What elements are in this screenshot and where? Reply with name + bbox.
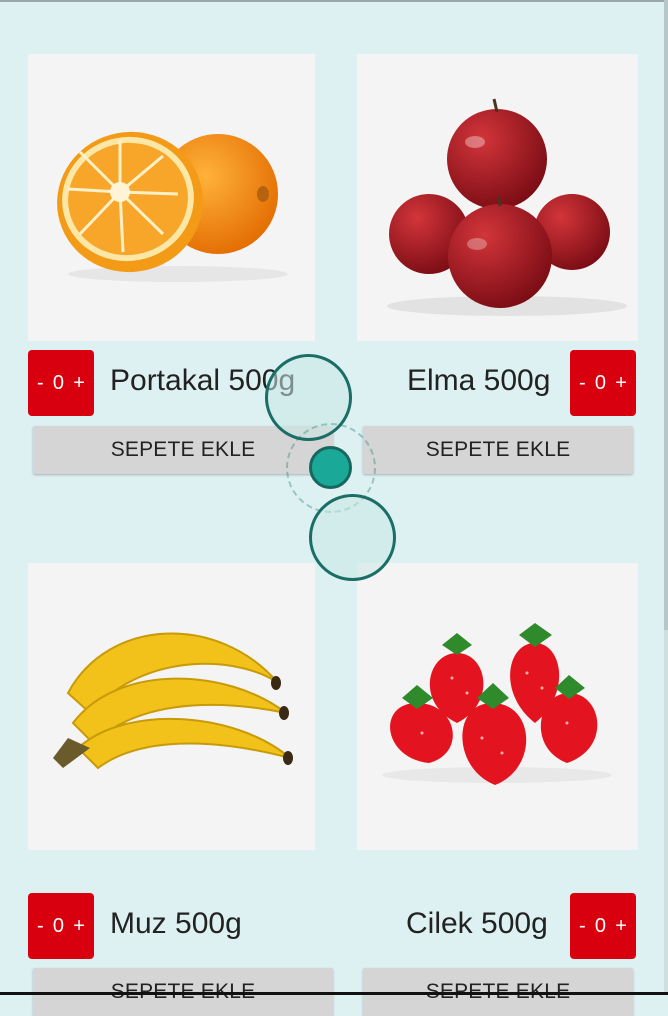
decrement-button[interactable]: - bbox=[579, 915, 586, 938]
scrollbar-thumb[interactable] bbox=[664, 0, 668, 630]
quantity-value: 0 bbox=[594, 371, 607, 394]
increment-button[interactable]: + bbox=[615, 372, 627, 395]
decrement-button[interactable]: - bbox=[579, 372, 586, 395]
orange-image bbox=[28, 54, 315, 341]
increment-button[interactable]: + bbox=[73, 915, 85, 938]
increment-button[interactable]: + bbox=[615, 915, 627, 938]
quantity-value: 0 bbox=[52, 914, 65, 937]
banana-image bbox=[28, 563, 315, 850]
increment-button[interactable]: + bbox=[73, 372, 85, 395]
quantity-value: 0 bbox=[594, 914, 607, 937]
quantity-stepper[interactable]: - 0 + bbox=[28, 350, 94, 416]
decrement-button[interactable]: - bbox=[37, 372, 44, 395]
quantity-stepper[interactable]: - 0 + bbox=[28, 893, 94, 959]
apple-image bbox=[357, 54, 638, 341]
quantity-stepper[interactable]: - 0 + bbox=[570, 893, 636, 959]
product-name: Elma 500g bbox=[407, 364, 551, 397]
quantity-value: 0 bbox=[52, 371, 65, 394]
product-name: Muz 500g bbox=[110, 907, 242, 940]
product-name: Cilek 500g bbox=[406, 907, 548, 940]
decrement-button[interactable]: - bbox=[37, 915, 44, 938]
top-divider bbox=[0, 0, 668, 2]
strawberry-image bbox=[357, 563, 638, 850]
quantity-stepper[interactable]: - 0 + bbox=[570, 350, 636, 416]
add-to-cart-button[interactable]: SEPETE EKLE bbox=[363, 426, 633, 474]
scrollbar-track[interactable] bbox=[664, 0, 668, 995]
touch-point-icon bbox=[309, 446, 352, 489]
touch-indicator-icon bbox=[309, 494, 396, 581]
